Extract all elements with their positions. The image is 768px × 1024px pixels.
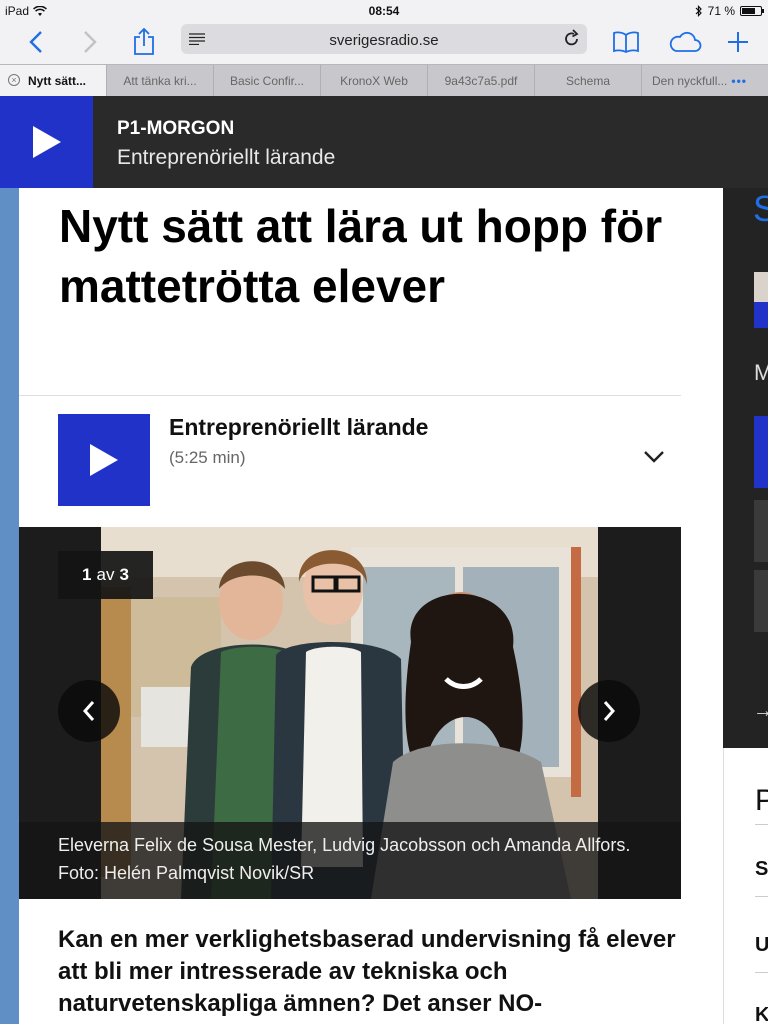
divider — [755, 972, 768, 973]
reload-icon[interactable] — [563, 29, 581, 49]
tab-kronox-web[interactable]: KronoX Web — [321, 65, 428, 96]
tab-label: Den nyckfull... — [652, 73, 728, 88]
sidebar-white-panel: P S U K — [723, 748, 768, 1024]
sidebar-dark-panel: S M → — [723, 188, 768, 748]
more-tabs-icon[interactable]: ••• — [731, 74, 747, 88]
battery-fill — [742, 8, 755, 14]
tab-label: Schema — [565, 73, 611, 88]
tab-label: KronoX Web — [340, 73, 408, 88]
battery-percent: 71 % — [707, 4, 735, 18]
play-icon — [32, 126, 61, 158]
share-button[interactable] — [126, 24, 162, 60]
gallery-of: av — [96, 565, 115, 584]
forward-button[interactable] — [72, 24, 108, 60]
banner-play-button[interactable] — [0, 96, 93, 188]
sidebar-link-fragment[interactable]: S — [755, 858, 768, 881]
sidebar-thumbnail[interactable] — [754, 272, 768, 328]
gallery-counter: 1 av 3 — [58, 551, 153, 599]
browser-toolbar: sverigesradio.se — [0, 22, 768, 64]
program-banner: P1-MORGON Entreprenöriellt lärande — [0, 96, 768, 188]
url-text: sverigesradio.se — [329, 32, 439, 49]
program-name: P1-MORGON — [117, 118, 235, 139]
tab-pdf[interactable]: 9a43c7a5.pdf — [428, 65, 535, 96]
tab-schema[interactable]: Schema — [535, 65, 642, 96]
sidebar-play-badge — [754, 302, 768, 328]
sidebar-link-fragment[interactable]: K — [755, 1004, 768, 1024]
tab-den-nyckfull[interactable]: Den nyckfull... ••• — [642, 65, 768, 96]
gallery-prev-button[interactable] — [58, 680, 120, 742]
image-gallery: 1 av 3 Eleverna Felix de Sousa Mester, L… — [19, 527, 681, 899]
share-icon — [134, 28, 154, 55]
divider — [755, 824, 768, 825]
bookmarks-button[interactable] — [608, 24, 644, 60]
photo-caption: Eleverna Felix de Sousa Mester, Ludvig J… — [19, 822, 681, 899]
battery-icon — [740, 6, 764, 16]
sidebar-heading-fragment: S — [753, 188, 768, 229]
tab-basic-confir[interactable]: Basic Confir... — [214, 65, 321, 96]
cloud-icon — [669, 31, 702, 52]
episode-title: Entreprenöriellt lärande — [117, 146, 336, 169]
chevron-right-icon — [603, 701, 616, 721]
sidebar-item[interactable] — [754, 570, 768, 632]
gallery-total: 3 — [119, 565, 129, 584]
gallery-next-button[interactable] — [578, 680, 640, 742]
gallery-current: 1 — [82, 565, 92, 584]
audio-play-button[interactable] — [58, 414, 150, 506]
tab-bar: × Nytt sätt... Att tänka kri... Basic Co… — [0, 64, 768, 96]
close-tab-icon[interactable]: × — [8, 74, 20, 86]
tab-nytt-satt[interactable]: × Nytt sätt... — [0, 65, 107, 96]
divider — [19, 395, 681, 396]
book-icon — [613, 31, 639, 53]
status-bar: iPad 08:54 71 % — [0, 0, 768, 22]
tab-att-tanka[interactable]: Att tänka kri... — [107, 65, 214, 96]
chevron-right-icon — [84, 31, 97, 53]
expand-audio-button[interactable] — [643, 450, 665, 469]
play-icon — [90, 444, 118, 476]
plus-icon — [728, 32, 748, 52]
clock: 08:54 — [368, 4, 400, 18]
address-bar[interactable]: sverigesradio.se — [181, 24, 587, 54]
sidebar-item[interactable] — [754, 500, 768, 562]
divider — [755, 896, 768, 897]
tab-label: 9a43c7a5.pdf — [444, 73, 518, 88]
chevron-left-icon — [29, 31, 42, 53]
sidebar-link-fragment[interactable]: U — [755, 934, 768, 957]
chevron-down-icon — [644, 451, 664, 463]
audio-title: Entreprenöriellt lärande — [169, 414, 429, 440]
article-lead: Kan en mer verklighetsbaserad undervisni… — [58, 926, 676, 1017]
audio-duration: (5:25 min) — [169, 448, 246, 467]
sidebar-heading-fragment: P — [755, 784, 768, 818]
new-tab-button[interactable] — [720, 24, 756, 60]
back-button[interactable] — [18, 24, 54, 60]
sidebar-play-button[interactable] — [754, 416, 768, 488]
tab-label: Basic Confir... — [229, 73, 305, 88]
icloud-tabs-button[interactable] — [664, 24, 706, 60]
tab-label: Nytt sätt... — [28, 73, 87, 88]
article-headline: Nytt sätt att lära ut hopp för mattetröt… — [59, 200, 663, 312]
sidebar-arrow-icon[interactable]: → — [753, 700, 768, 723]
bluetooth-icon — [695, 5, 702, 17]
status-right: 71 % — [695, 4, 764, 18]
sidebar-text-fragment: M — [754, 360, 768, 385]
article: Nytt sätt att lära ut hopp för mattetröt… — [19, 188, 723, 1024]
chevron-left-icon — [82, 701, 95, 721]
tab-label: Att tänka kri... — [123, 73, 197, 88]
